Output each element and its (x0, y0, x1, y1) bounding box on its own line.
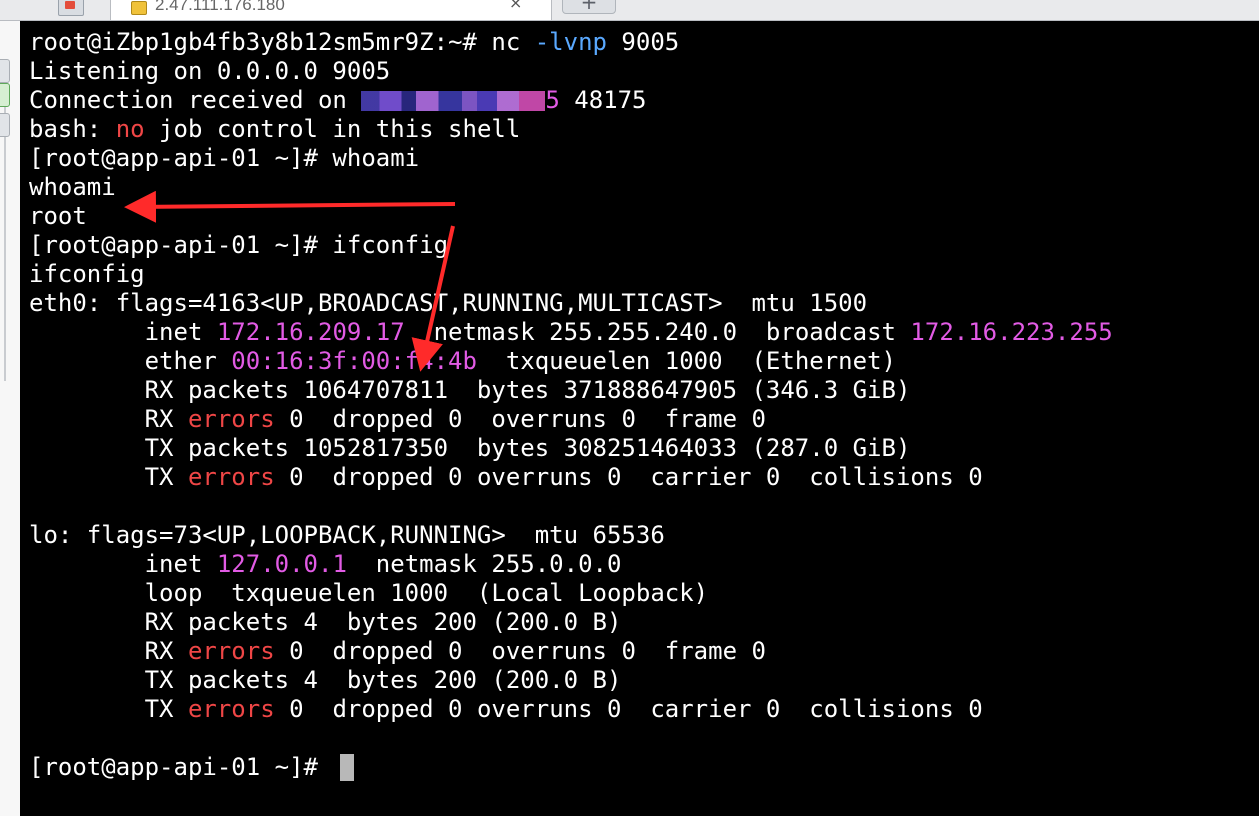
loopback-ip: 127.0.0.1 (216, 550, 347, 578)
terminal-line-ifconfig-echo: ifconfig (29, 260, 145, 288)
broadcast-ip: 172.16.223.255 (910, 318, 1113, 346)
inet-label: inet (29, 318, 217, 346)
errors-keyword: errors (187, 463, 275, 491)
prompt-text: root@iZbp1gb4fb3y8b12sm5mr9Z:~# nc (29, 28, 535, 56)
terminal-line-lo-loop: loop txqueuelen 1000 (Local Loopback) (29, 579, 709, 607)
session-tab[interactable]: 2.47.111.176.180 × (110, 0, 552, 20)
tx-label: TX (29, 463, 188, 491)
terminal-window[interactable]: root@iZbp1gb4fb3y8b12sm5mr9Z:~# nc -lvnp… (20, 21, 1259, 816)
terminal-line-whoami-echo: whoami (29, 173, 116, 201)
bash-message: job control in this shell (144, 115, 521, 143)
no-keyword: no (115, 115, 145, 143)
ip-tail: 5 (545, 86, 560, 114)
inet-label: inet (29, 550, 217, 578)
terminal-line-eth0-flags: eth0: flags=4163<UP,BROADCAST,RUNNING,MU… (29, 289, 868, 317)
strip-divider (4, 61, 6, 381)
terminal-line-eth0-tx-packets: TX packets 1052817350 bytes 308251464033… (29, 434, 911, 462)
netmask-text: netmask 255.255.240.0 broadcast (404, 318, 911, 346)
terminal-line-ifconfig-cmd: [root@app-api-01 ~]# ifconfig (29, 231, 449, 259)
terminal-line-eth0-rx-errors: RX errors 0 dropped 0 overruns 0 frame 0 (29, 405, 766, 434)
bash-label: bash: (29, 115, 116, 143)
terminal-line-eth0-tx-errors: TX errors 0 dropped 0 overruns 0 carrier… (29, 463, 983, 492)
close-tab-icon[interactable]: × (509, 0, 522, 11)
tx-error-counts: 0 dropped 0 overruns 0 carrier 0 collisi… (274, 463, 983, 491)
connection-port: 48175 (559, 86, 647, 114)
terminal-line-listening: Listening on 0.0.0.0 9005 (29, 57, 391, 85)
text-cursor (340, 754, 355, 781)
nc-port: 9005 (606, 28, 680, 56)
mac-address: 00:16:3f:00:f4:4b (231, 347, 477, 375)
terminal-line-nc-command: root@iZbp1gb4fb3y8b12sm5mr9Z:~# nc -lvnp… (29, 28, 679, 57)
terminal-line-bash-warning: bash: no job control in this shell (29, 115, 520, 144)
tx-error-counts: 0 dropped 0 overruns 0 carrier 0 collisi… (274, 695, 983, 723)
rx-label: RX (29, 637, 188, 665)
tx-label: TX (29, 695, 188, 723)
terminal-line-lo-flags: lo: flags=73<UP,LOOPBACK,RUNNING> mtu 65… (29, 521, 665, 549)
terminal-line-root-output: root (29, 202, 87, 230)
redacted-ip-mosaic (361, 91, 546, 111)
left-toolbar-strip (0, 21, 21, 816)
tab-bar: 2.47.111.176.180 × + (0, 0, 1259, 21)
app-icon[interactable] (58, 0, 84, 16)
session-tab-title: 2.47.111.176.180 (155, 0, 285, 14)
netmask-text: netmask 255.0.0.0 (346, 550, 622, 578)
errors-keyword: errors (187, 405, 275, 433)
terminal-line-whoami-cmd: [root@app-api-01 ~]# whoami (29, 144, 420, 172)
terminal-line-eth0-inet: inet 172.16.209.17 netmask 255.255.240.0… (29, 318, 1113, 347)
shell-prompt: [root@app-api-01 ~]# (29, 753, 333, 781)
terminal-line-eth0-rx-packets: RX packets 1064707811 bytes 371888647905… (29, 376, 911, 404)
server-icon (131, 1, 147, 15)
toolbar-icon[interactable] (0, 113, 10, 137)
nc-option: -lvnp (534, 28, 607, 56)
toolbar-icon[interactable] (0, 59, 10, 83)
arrow-to-root (124, 190, 456, 223)
terminal-line-lo-inet: inet 127.0.0.1 netmask 255.0.0.0 (29, 550, 622, 579)
terminal-line-lo-rx-packets: RX packets 4 bytes 200 (200.0 B) (29, 608, 622, 636)
eth0-ip: 172.16.209.17 (216, 318, 405, 346)
txqueuelen-text: txqueuelen 1000 (Ethernet) (476, 347, 896, 375)
rx-error-counts: 0 dropped 0 overruns 0 frame 0 (274, 405, 766, 433)
rx-error-counts: 0 dropped 0 overruns 0 frame 0 (274, 637, 766, 665)
connection-status-icon[interactable] (0, 83, 10, 107)
terminal-line-connection: Connection received on 5 48175 (29, 86, 647, 115)
terminal-line-prompt[interactable]: [root@app-api-01 ~]# (29, 753, 355, 782)
terminal-line-lo-rx-errors: RX errors 0 dropped 0 overruns 0 frame 0 (29, 637, 766, 666)
terminal-line-lo-tx-packets: TX packets 4 bytes 200 (200.0 B) (29, 666, 622, 694)
terminal-line-eth0-ether: ether 00:16:3f:00:f4:4b txqueuelen 1000 … (29, 347, 896, 376)
errors-keyword: errors (187, 637, 275, 665)
connection-prefix: Connection received on (29, 86, 362, 114)
new-tab-button[interactable]: + (562, 0, 616, 14)
errors-keyword: errors (187, 695, 275, 723)
terminal-line-lo-tx-errors: TX errors 0 dropped 0 overruns 0 carrier… (29, 695, 983, 724)
rx-label: RX (29, 405, 188, 433)
ether-label: ether (29, 347, 232, 375)
